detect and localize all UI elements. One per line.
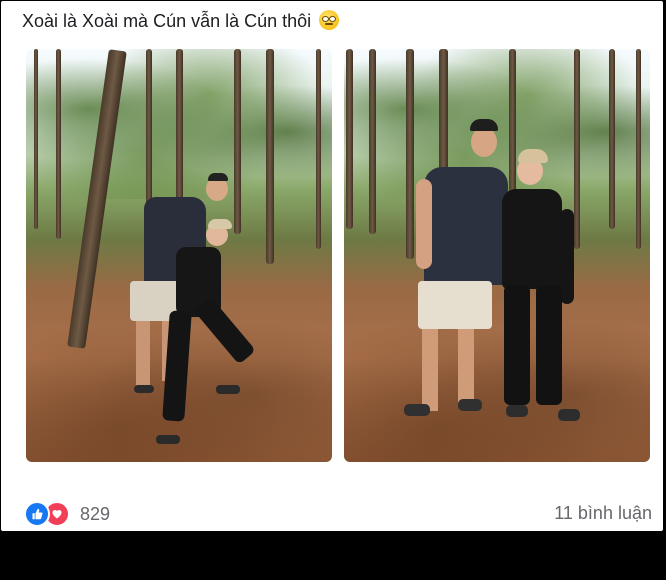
bottom-black-bar	[0, 533, 666, 580]
post-photo-1[interactable]	[26, 49, 332, 462]
post-caption-text: Xoài là Xoài mà Cún vẫn là Cún thôi	[22, 11, 312, 31]
post-caption: Xoài là Xoài mà Cún vẫn là Cún thôi	[22, 9, 340, 33]
comments-link[interactable]: 11 bình luận	[554, 503, 652, 524]
reaction-count: 829	[80, 503, 111, 524]
post-photo-2[interactable]	[344, 49, 650, 462]
thumbs-up-icon	[24, 501, 50, 527]
reactions-summary[interactable]: 829	[24, 501, 110, 527]
post-card: Xoài là Xoài mà Cún vẫn là Cún thôi 829 …	[1, 1, 663, 531]
rolling-eyes-emoji-icon	[319, 10, 340, 30]
